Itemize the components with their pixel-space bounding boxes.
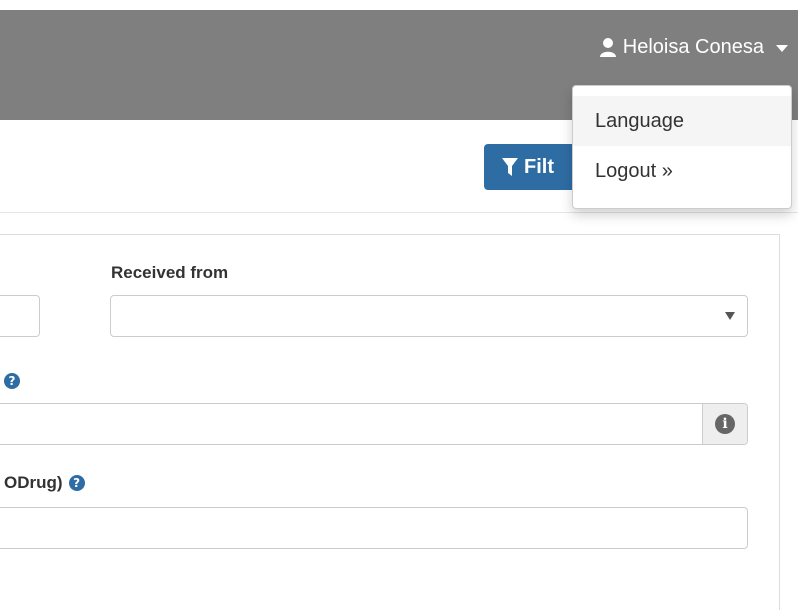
field2-input[interactable]: i: [0, 403, 748, 445]
received-from-select[interactable]: [110, 295, 748, 337]
help-icon[interactable]: ?: [68, 475, 85, 491]
field3-label: ODrug) ?: [4, 473, 85, 493]
filter-button-label: Filt: [524, 155, 554, 178]
field3-input[interactable]: [0, 507, 748, 549]
page: Heloisa Conesa Filt Language Logout » Re…: [0, 0, 798, 610]
user-name: Heloisa Conesa: [622, 36, 764, 58]
filter-icon: [502, 158, 518, 176]
help-icon[interactable]: ?: [4, 373, 20, 389]
field2-label: ?: [0, 373, 20, 389]
caret-down-icon: [776, 44, 788, 52]
menu-item-logout[interactable]: Logout »: [573, 146, 791, 196]
user-menu-toggle[interactable]: Heloisa Conesa: [599, 34, 788, 60]
user-dropdown-menu: Language Logout »: [572, 85, 792, 209]
menu-item-language[interactable]: Language: [573, 96, 791, 146]
form-panel: Received from ? i ODrug) ?: [0, 234, 780, 610]
text-input-partial[interactable]: [0, 295, 40, 337]
info-addon-button[interactable]: i: [702, 404, 747, 444]
info-icon: i: [715, 414, 735, 434]
chevron-down-icon: [725, 312, 735, 320]
received-from-label: Received from: [111, 263, 229, 282]
user-icon: [599, 37, 617, 57]
